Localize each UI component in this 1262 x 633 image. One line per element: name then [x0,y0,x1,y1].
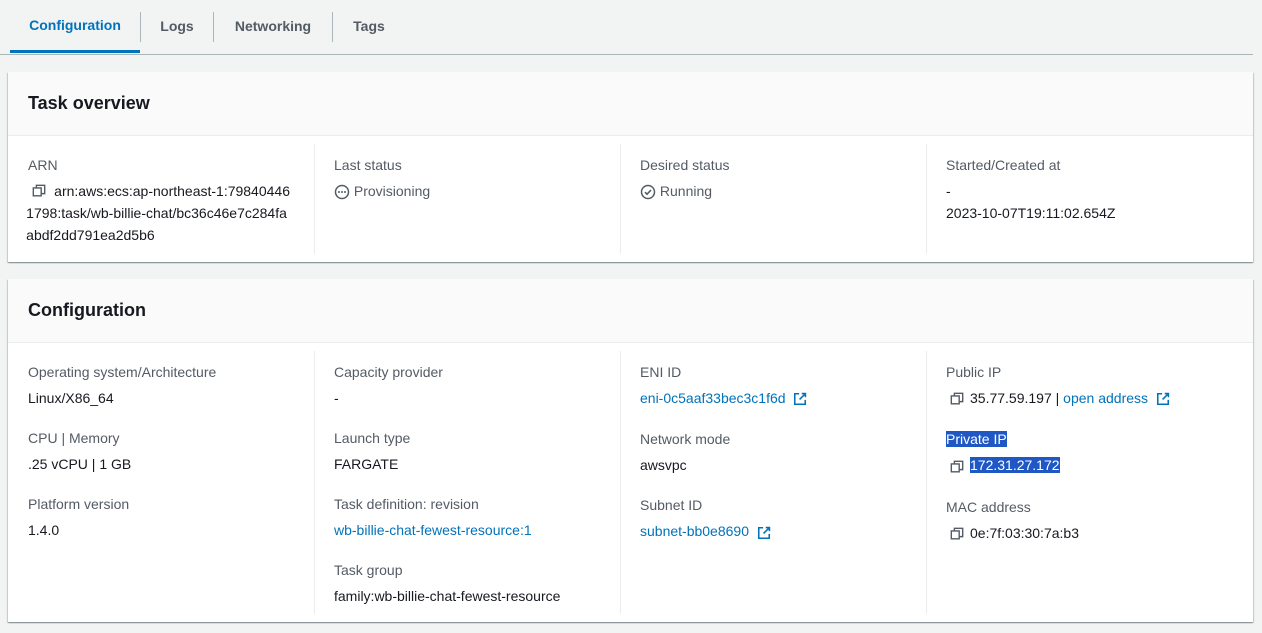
started-column: Started/Created at - 2023-10-07T19:11:02… [926,136,1253,262]
desired-status-value: Running [659,183,713,199]
tab-configuration[interactable]: Configuration [10,0,140,53]
cpu-memory-label: CPU | Memory [28,430,120,446]
external-link-icon[interactable] [1152,388,1170,410]
tab-networking[interactable]: Networking [214,0,332,52]
check-circle-icon [640,181,656,203]
mac-address-label: MAC address [946,498,1031,515]
task-definition-label: Task definition: revision [334,496,479,512]
arn-label: ARN [28,157,58,173]
configuration-panel: Configuration Operating system/Architect… [8,279,1253,622]
private-ip-value: 172.31.27.172 [970,457,1060,474]
eni-id-link[interactable]: eni-0c5aaf33bec3c1f6d [640,390,786,406]
public-ip-label: Public IP [946,364,1002,380]
tab-tags[interactable]: Tags [333,0,405,52]
tab-logs[interactable]: Logs [141,0,213,52]
subnet-id-link[interactable]: subnet-bb0e8690 [640,523,749,539]
capacity-provider-value: - [334,390,339,406]
launch-type-value: FARGATE [334,456,399,472]
arn-column: ARN arn:aws:ecs:ap-northeast-1:798404461… [8,136,314,262]
task-definition-link[interactable]: wb-billie-chat-fewest-resource:1 [334,522,532,538]
network-mode-label: Network mode [640,431,731,448]
config-column-4: Public IP 35.77.59.197 | open address Pr… [926,343,1253,622]
desired-status-label: Desired status [640,157,730,173]
created-value: 2023-10-07T19:11:02.654Z [946,205,1116,221]
config-column-2: Capacity provider - Launch type FARGATE … [314,343,620,622]
last-status-column: Last status Provisioning [314,136,620,262]
copy-icon[interactable] [946,456,970,478]
public-ip-value: 35.77.59.197 [970,390,1052,406]
started-label: Started/Created at [946,157,1061,173]
desired-status-column: Desired status Running [620,136,926,262]
started-value: - [946,183,951,199]
subnet-id-label: Subnet ID [640,497,703,514]
network-mode-value: awsvpc [640,457,687,474]
launch-type-label: Launch type [334,430,411,446]
desired-status-value-row: Running [640,180,906,203]
open-address-link[interactable]: open address [1063,390,1148,406]
copy-icon[interactable] [946,523,970,545]
last-status-value: Provisioning [353,183,431,199]
copy-icon[interactable] [946,388,970,410]
last-status-value-row: Provisioning [334,180,600,203]
tab-label: Logs [160,18,194,34]
task-overview-panel: Task overview ARN arn:aws:ecs:ap-northea… [8,72,1253,262]
separator: | [1055,390,1060,406]
os-label: Operating system/Architecture [28,364,217,380]
eni-id-label: ENI ID [640,364,682,380]
tab-label: Tags [353,18,385,34]
config-column-1: Operating system/Architecture Linux/X86_… [8,343,314,622]
task-group-label: Task group [334,562,403,578]
platform-version-value: 1.4.0 [28,522,60,538]
platform-version-label: Platform version [28,496,130,512]
last-status-label: Last status [334,157,402,173]
panel-title: Task overview [8,72,1253,136]
mac-address-value: 0e:7f:03:30:7a:b3 [970,524,1079,541]
task-group-value: family:wb-billie-chat-fewest-resource [334,588,561,604]
cpu-memory-value: .25 vCPU | 1 GB [28,456,132,472]
private-ip-label: Private IP [946,431,1007,448]
panel-title: Configuration [8,279,1253,343]
arn-value: arn:aws:ecs:ap-northeast-1:798404461798:… [26,183,290,243]
external-link-icon[interactable] [753,522,771,544]
tab-bar: Configuration Logs Networking Tags [0,0,1253,55]
pending-icon [334,181,350,203]
os-value: Linux/X86_64 [28,390,114,406]
tab-label: Networking [234,18,312,34]
capacity-provider-label: Capacity provider [334,364,443,380]
config-column-3: ENI ID eni-0c5aaf33bec3c1f6d Network mod… [620,343,926,622]
tab-label: Configuration [29,17,121,33]
external-link-icon[interactable] [789,388,807,410]
